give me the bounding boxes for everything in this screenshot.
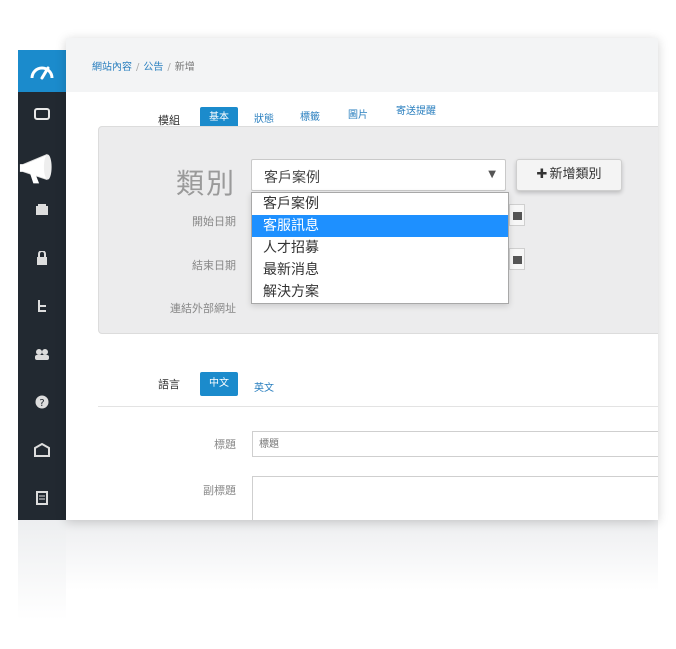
end-date-calendar-icon[interactable] (509, 248, 525, 270)
lock-icon[interactable] (18, 246, 66, 270)
category-option[interactable]: 人才招募 (252, 237, 508, 259)
breadcrumb-current: 新增 (174, 62, 195, 73)
external-url-label: 連結外部網址 (170, 302, 236, 315)
tab-images[interactable]: 圖片 (348, 106, 368, 121)
category-select[interactable]: 客戶案例 ▼ (251, 159, 506, 191)
users-icon[interactable] (18, 342, 66, 366)
category-option[interactable]: 客戶案例 (252, 193, 508, 215)
category-option[interactable]: 解決方案 (252, 281, 508, 303)
sidebar: ? (18, 50, 66, 520)
panel-reflection (66, 520, 658, 590)
store-icon[interactable] (18, 438, 66, 462)
breadcrumb-bar: 網站內容 / 公告 / 新增 (66, 38, 658, 92)
category-dropdown-list: 客戶案例 客服訊息 人才招募 最新消息 解決方案 (251, 192, 509, 304)
breadcrumb-separator: / (136, 62, 140, 73)
tab-tags[interactable]: 標籤 (300, 108, 320, 123)
plus-icon: ✚ (536, 167, 548, 182)
title-label: 標題 (214, 438, 236, 451)
window-icon[interactable] (18, 102, 66, 126)
start-date-label: 開始日期 (192, 215, 236, 228)
document-icon[interactable] (18, 486, 66, 510)
language-label: 語言 (158, 378, 180, 391)
main-panel: 網站內容 / 公告 / 新增 模組 基本 狀態 標籤 圖片 寄送提醒 類別 客戶案例 ▼… (66, 38, 658, 520)
breadcrumb-announcement[interactable]: 公告 (143, 62, 163, 73)
svg-text:?: ? (39, 398, 44, 409)
title-input[interactable] (252, 431, 658, 457)
tab-chinese[interactable]: 中文 (200, 372, 238, 396)
category-selected-value: 客戶案例 (264, 170, 320, 186)
inbox-icon[interactable] (18, 198, 66, 222)
tab-status[interactable]: 狀態 (254, 110, 274, 125)
language-divider (98, 406, 658, 407)
start-date-calendar-icon[interactable] (509, 204, 525, 226)
breadcrumb: 網站內容 / 公告 / 新增 (92, 58, 195, 73)
add-category-label: 新增類別 (549, 167, 602, 182)
subtitle-textarea[interactable] (252, 476, 658, 520)
help-icon[interactable]: ? (18, 390, 66, 414)
add-category-button[interactable]: ✚ 新增類別 (516, 159, 622, 191)
subtitle-label: 副標題 (203, 484, 236, 497)
tab-send-reminder[interactable]: 寄送提醒 (396, 102, 436, 117)
sidebar-reflection (18, 520, 66, 620)
category-option-highlighted[interactable]: 客服訊息 (252, 215, 508, 237)
breadcrumb-separator: / (167, 62, 171, 73)
category-option[interactable]: 最新消息 (252, 259, 508, 281)
dashboard-gauge-icon[interactable] (18, 50, 66, 92)
tab-english[interactable]: 英文 (254, 379, 274, 394)
category-label: 類別 (176, 167, 237, 200)
end-date-label: 結束日期 (192, 259, 236, 272)
megaphone-icon[interactable] (18, 148, 66, 188)
chevron-down-icon: ▼ (488, 169, 496, 180)
breadcrumb-site-content[interactable]: 網站內容 (92, 62, 132, 73)
sitemap-icon[interactable] (18, 294, 66, 318)
